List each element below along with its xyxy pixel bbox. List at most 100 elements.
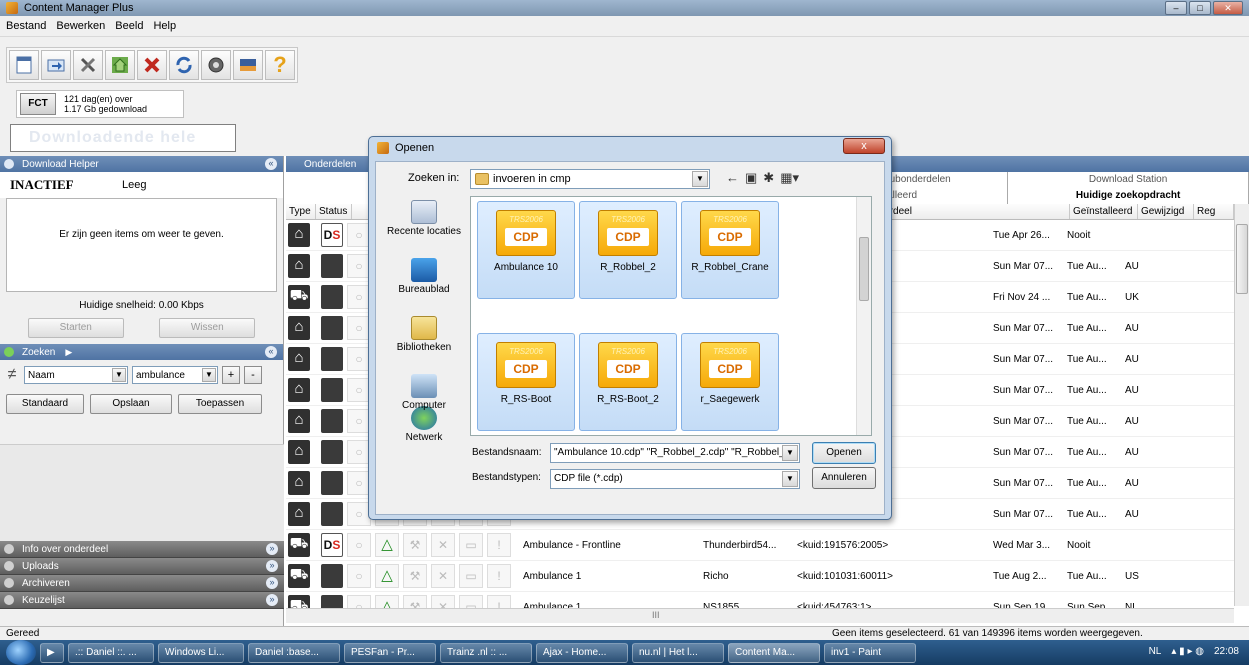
col-component[interactable]: nderdeel — [870, 204, 1070, 219]
task-daniel-msn[interactable]: .:: Daniel ::. ... — [68, 642, 154, 663]
up-folder-icon[interactable]: ▣ — [745, 170, 757, 186]
media-icon[interactable]: ▶ — [40, 642, 64, 663]
item-installed: Tue Aug 2... — [993, 570, 1047, 582]
menu-help[interactable]: Help — [153, 20, 176, 32]
task-paint[interactable]: inv1 - Paint — [824, 642, 916, 663]
archive-panel-header[interactable]: Archiveren » — [0, 575, 284, 592]
file-badge: CDP — [709, 360, 751, 378]
help-icon[interactable]: ? — [265, 50, 295, 80]
file-item[interactable]: TRS2006 CDP Ambulance 10 — [477, 201, 575, 299]
refresh-icon[interactable] — [169, 50, 199, 80]
col-installed[interactable]: Geïnstalleerd — [1070, 204, 1138, 219]
tray-icons[interactable]: ▴ ▮ ▸ ◍ — [1171, 646, 1204, 657]
downloads-box[interactable]: Downloadende hele — [10, 124, 236, 152]
table-row[interactable]: ⛟ DS ○ △ ⚒ ✕ ▭! Ambulance - Frontline Thunderbir… — [286, 530, 1234, 561]
table-row[interactable]: ⛟ ○ △ ⚒ ✕ ▭! Ambulance 1 Richo <kuid:101031:6001… — [286, 561, 1234, 592]
language-indicator[interactable]: NL — [1149, 646, 1162, 657]
col-status[interactable]: Status — [316, 204, 352, 219]
search-panel-header[interactable]: Zoeken ▶ « — [0, 344, 283, 360]
standard-button[interactable]: Standaard — [6, 394, 84, 414]
new-folder-icon[interactable]: ✱ — [763, 170, 774, 186]
col-modified[interactable]: Gewijzigd — [1138, 204, 1194, 219]
tab-current-search[interactable]: Huidige zoekopdracht — [1008, 188, 1249, 204]
open-button[interactable]: Openen — [812, 442, 876, 464]
tools-icon[interactable] — [73, 50, 103, 80]
place-recent[interactable]: Recente locaties — [382, 196, 466, 254]
look-in-select[interactable]: invoeren in cmp ▼ — [470, 169, 710, 189]
fct-status[interactable]: FCT 121 dag(en) over 1.17 Gb gedownload — [16, 90, 184, 118]
task-nunl[interactable]: nu.nl | Het l... — [632, 642, 724, 663]
col-region[interactable]: Reg — [1194, 204, 1234, 219]
import-icon[interactable] — [41, 50, 71, 80]
file-item[interactable]: TRS2006 CDP R_Robbel_2 — [579, 201, 677, 299]
item-modified: Nooit — [1067, 539, 1091, 551]
task-daniel-base[interactable]: Daniel :base... — [248, 642, 340, 663]
minimize-button[interactable]: – — [1165, 1, 1187, 15]
menu-bewerken[interactable]: Bewerken — [56, 20, 105, 32]
view-menu-icon[interactable]: ▦▾ — [780, 170, 799, 186]
play-icon[interactable]: ▶ — [65, 347, 72, 358]
file-badge: CDP — [505, 360, 547, 378]
remove-criterion-button[interactable]: - — [244, 366, 262, 384]
filename-input[interactable]: "Ambulance 10.cdp" "R_Robbel_2.cdp" "R_R… — [550, 443, 800, 463]
file-item[interactable]: TRS2006 CDP r_Saegewerk — [681, 333, 779, 431]
add-criterion-button[interactable]: + — [222, 366, 240, 384]
image-icon[interactable] — [233, 50, 263, 80]
task-pesfan[interactable]: PESFan - Pr... — [344, 642, 436, 663]
cancel-button[interactable]: Annuleren — [812, 467, 876, 489]
maximize-button[interactable]: □ — [1189, 1, 1211, 15]
house-icon[interactable] — [105, 50, 135, 80]
file-item[interactable]: TRS2006 CDP R_RS-Boot_2 — [579, 333, 677, 431]
place-desktop[interactable]: Bureaublad — [382, 254, 466, 312]
col-type[interactable]: Type — [286, 204, 316, 219]
scroll-thumb[interactable] — [1236, 224, 1248, 294]
uploads-panel-header[interactable]: Uploads » — [0, 558, 284, 575]
item-region: AU — [1125, 322, 1139, 334]
archive-panel-title: Archiveren — [22, 577, 70, 589]
dialog-close-button[interactable]: x — [843, 138, 885, 154]
place-libraries[interactable]: Bibliotheken — [382, 312, 466, 370]
tab-download-station[interactable]: Download Station — [1008, 172, 1249, 188]
status-icon — [321, 471, 343, 495]
gear-icon[interactable] — [201, 50, 231, 80]
expand-icon[interactable]: » — [266, 543, 278, 555]
task-content-manager[interactable]: Content Ma... — [728, 642, 820, 663]
search-field-select[interactable]: Naam ▼ — [24, 366, 128, 384]
lock-icon: ! — [487, 564, 511, 588]
picklist-panel-header[interactable]: Keuzelijst » — [0, 592, 284, 609]
scroll-thumb[interactable] — [859, 237, 869, 301]
save-search-button[interactable]: Opslaan — [90, 394, 172, 414]
apply-button[interactable]: Toepassen — [178, 394, 262, 414]
start-button[interactable] — [6, 640, 36, 665]
not-equal-icon[interactable]: ≠ — [4, 366, 20, 384]
expand-icon[interactable]: » — [266, 594, 278, 606]
clock[interactable]: 22:08 — [1214, 646, 1239, 657]
download-helper-header[interactable]: Download Helper « — [0, 156, 283, 172]
vertical-scrollbar[interactable] — [1234, 204, 1249, 606]
task-trainz[interactable]: Trainz .nl :: ... — [440, 642, 532, 663]
new-icon[interactable] — [9, 50, 39, 80]
collapse-icon[interactable]: « — [265, 158, 277, 170]
start-button[interactable]: Starten — [27, 318, 124, 338]
file-list-scrollbar[interactable] — [856, 197, 871, 435]
close-button[interactable]: ✕ — [1213, 1, 1243, 15]
task-ajax[interactable]: Ajax - Home... — [536, 642, 628, 663]
task-windows-live[interactable]: Windows Li... — [158, 642, 244, 663]
menu-beeld[interactable]: Beeld — [115, 20, 143, 32]
clear-button[interactable]: Wissen — [159, 318, 256, 338]
back-icon[interactable]: ← — [726, 170, 739, 186]
expand-icon[interactable]: » — [266, 560, 278, 572]
file-item[interactable]: TRS2006 CDP R_RS-Boot — [477, 333, 575, 431]
delete-icon[interactable] — [137, 50, 167, 80]
filetype-select[interactable]: CDP file (*.cdp) ▼ — [550, 469, 800, 489]
info-panel-header[interactable]: Info over onderdeel » — [0, 541, 284, 558]
item-modified: Tue Au... — [1067, 322, 1107, 334]
horizontal-scrollbar[interactable]: III — [286, 608, 1234, 623]
expand-icon[interactable]: » — [266, 577, 278, 589]
item-kuid: <kuid:191576:2005> — [797, 539, 889, 551]
menu-bestand[interactable]: Bestand — [6, 20, 46, 32]
collapse-icon[interactable]: « — [265, 346, 277, 358]
fct-logo: FCT — [20, 93, 56, 115]
file-item[interactable]: TRS2006 CDP R_Robbel_Crane — [681, 201, 779, 299]
search-value-input[interactable]: ambulance ▼ — [132, 366, 218, 384]
